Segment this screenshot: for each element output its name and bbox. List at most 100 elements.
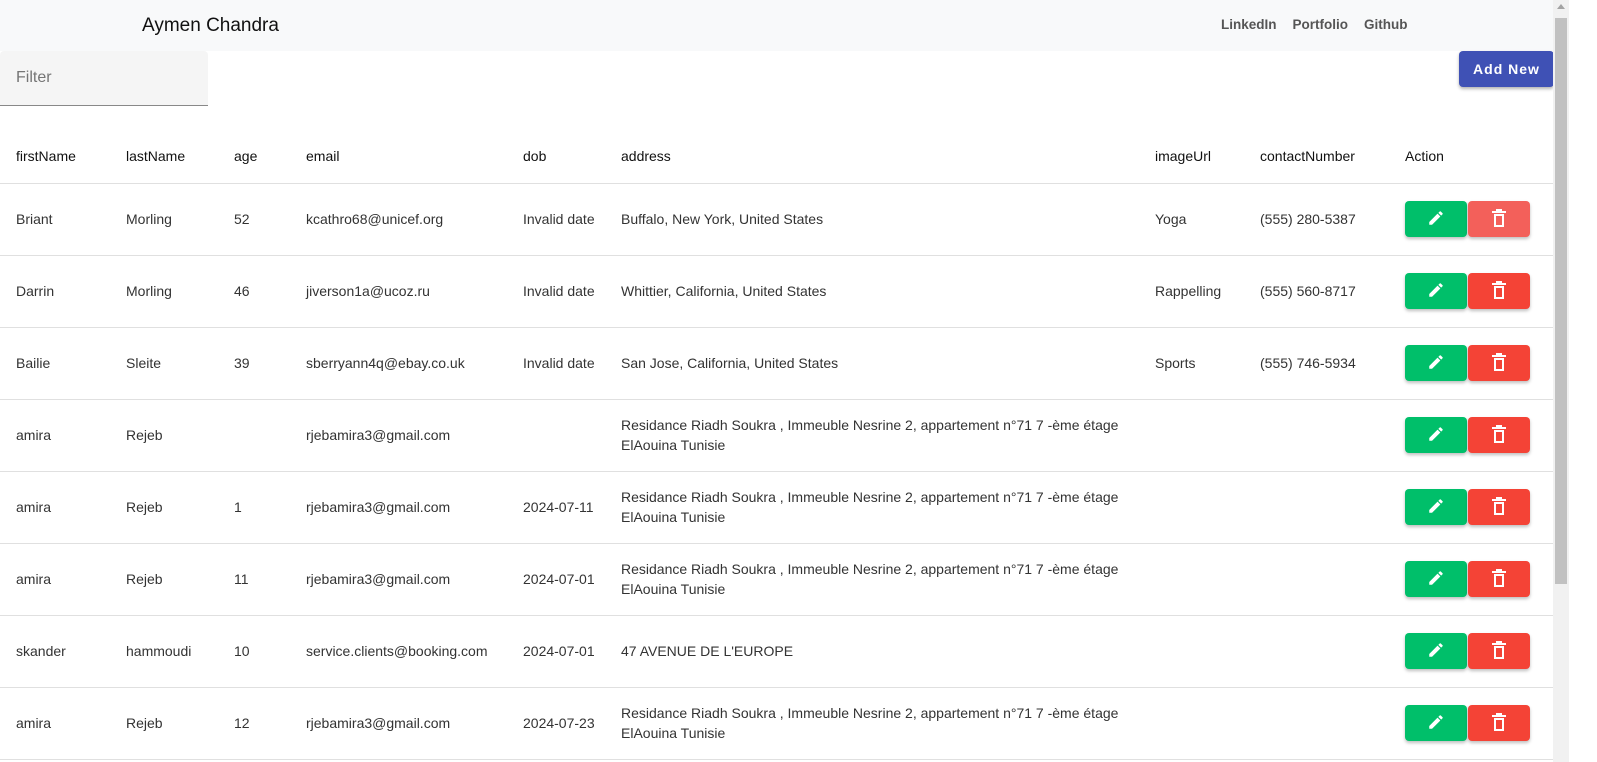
cell-imageurl (1155, 399, 1260, 472)
cell-dob: 2024-07-01 (523, 543, 621, 616)
pencil-icon (1427, 713, 1445, 734)
delete-button[interactable] (1468, 633, 1530, 669)
cell-contactnumber (1260, 543, 1405, 616)
column-header-firstname[interactable]: firstName (0, 130, 126, 184)
cell-age: 52 (234, 183, 306, 256)
cell-age: 39 (234, 327, 306, 400)
cell-dob (523, 399, 621, 472)
cell-action (1405, 471, 1553, 544)
cell-lastname: Morling (126, 255, 234, 328)
delete-button[interactable] (1468, 201, 1530, 237)
cell-age: 46 (234, 255, 306, 328)
edit-button[interactable] (1405, 201, 1467, 237)
edit-button[interactable] (1405, 561, 1467, 597)
column-header-age[interactable]: age (234, 130, 306, 184)
action-buttons (1405, 417, 1553, 453)
trash-icon (1491, 640, 1507, 662)
column-header-lastname[interactable]: lastName (126, 130, 234, 184)
cell-age (234, 399, 306, 472)
action-buttons (1405, 633, 1553, 669)
scrollbar[interactable] (1553, 0, 1569, 762)
delete-button[interactable] (1468, 705, 1530, 741)
column-header-address[interactable]: address (621, 130, 1155, 184)
cell-email: rjebamira3@gmail.com (306, 687, 523, 760)
cell-dob: 2024-07-01 (523, 615, 621, 688)
column-header-email[interactable]: email (306, 130, 523, 184)
column-header-action[interactable]: Action (1405, 130, 1553, 184)
cell-contactnumber (1260, 399, 1405, 472)
cell-age: 10 (234, 615, 306, 688)
cell-address: 47 AVENUE DE L'EUROPE (621, 615, 1155, 688)
column-header-contactnumber[interactable]: contactNumber (1260, 130, 1405, 184)
table-row: Bailie Sleite 39 sberryann4q@ebay.co.uk Inva… (0, 327, 1553, 400)
cell-action (1405, 687, 1553, 760)
column-header-imageurl[interactable]: imageUrl (1155, 130, 1260, 184)
edit-button[interactable] (1405, 489, 1467, 525)
cell-action (1405, 183, 1553, 256)
cell-age: 12 (234, 687, 306, 760)
cell-imageurl (1155, 615, 1260, 688)
edit-button[interactable] (1405, 633, 1467, 669)
table-header: firstName lastName age email dob address image… (0, 130, 1553, 184)
cell-address: Residance Riadh Soukra , Immeuble Nesrin… (621, 471, 1155, 544)
action-buttons (1405, 561, 1553, 597)
cell-firstname: Darrin (0, 255, 126, 328)
nav-link-portfolio[interactable]: Portfolio (1293, 17, 1349, 32)
action-buttons (1405, 345, 1553, 381)
column-header-dob[interactable]: dob (523, 130, 621, 184)
pencil-icon (1427, 425, 1445, 446)
cell-contactnumber: (555) 280-5387 (1260, 183, 1405, 256)
nav-link-linkedin[interactable]: LinkedIn (1221, 17, 1277, 32)
edit-button[interactable] (1405, 273, 1467, 309)
table-row: amira Rejeb rjebamira3@gmail.com Residance … (0, 399, 1553, 472)
cell-firstname: amira (0, 687, 126, 760)
cell-firstname: amira (0, 399, 126, 472)
cell-firstname: skander (0, 615, 126, 688)
table-row: amira Rejeb 11 rjebamira3@gmail.com 2024-07-… (0, 543, 1553, 616)
cell-imageurl: Sports (1155, 327, 1260, 400)
edit-button[interactable] (1405, 417, 1467, 453)
cell-age: 11 (234, 543, 306, 616)
cell-contactnumber (1260, 615, 1405, 688)
scrollbar-thumb[interactable] (1555, 18, 1567, 584)
cell-email: rjebamira3@gmail.com (306, 543, 523, 616)
filter-input[interactable] (0, 51, 208, 105)
trash-icon (1491, 424, 1507, 446)
table-row: amira Rejeb 12 rjebamira3@gmail.com 2024-07-… (0, 687, 1553, 760)
cell-imageurl: Yoga (1155, 183, 1260, 256)
cell-address: Buffalo, New York, United States (621, 183, 1155, 256)
cell-dob: Invalid date (523, 183, 621, 256)
delete-button[interactable] (1468, 489, 1530, 525)
filter-field (0, 51, 208, 106)
table-row: skander hammoudi 10 service.clients@booking… (0, 615, 1553, 688)
cell-lastname: Rejeb (126, 543, 234, 616)
edit-button[interactable] (1405, 345, 1467, 381)
delete-button[interactable] (1468, 345, 1530, 381)
cell-dob: 2024-07-23 (523, 687, 621, 760)
data-table: firstName lastName age email dob address image… (0, 130, 1553, 760)
cell-imageurl (1155, 687, 1260, 760)
pencil-icon (1427, 353, 1445, 374)
delete-button[interactable] (1468, 417, 1530, 453)
trash-icon (1491, 280, 1507, 302)
cell-action (1405, 615, 1553, 688)
cell-imageurl (1155, 543, 1260, 616)
cell-lastname: Rejeb (126, 399, 234, 472)
cell-email: rjebamira3@gmail.com (306, 399, 523, 472)
action-buttons (1405, 273, 1553, 309)
table-row: Darrin Morling 46 jiverson1a@ucoz.ru Invalid… (0, 255, 1553, 328)
action-buttons (1405, 705, 1553, 741)
nav-link-github[interactable]: Github (1364, 17, 1408, 32)
cell-firstname: amira (0, 543, 126, 616)
delete-button[interactable] (1468, 273, 1530, 309)
brand-title[interactable]: Aymen Chandra (142, 15, 279, 37)
add-new-button[interactable]: Add New (1459, 51, 1553, 87)
cell-lastname: hammoudi (126, 615, 234, 688)
cell-address: Residance Riadh Soukra , Immeuble Nesrin… (621, 687, 1155, 760)
edit-button[interactable] (1405, 705, 1467, 741)
scroll-up-arrow-icon[interactable] (1557, 4, 1565, 9)
delete-button[interactable] (1468, 561, 1530, 597)
pencil-icon (1427, 281, 1445, 302)
trash-icon (1491, 352, 1507, 374)
trash-icon (1491, 568, 1507, 590)
